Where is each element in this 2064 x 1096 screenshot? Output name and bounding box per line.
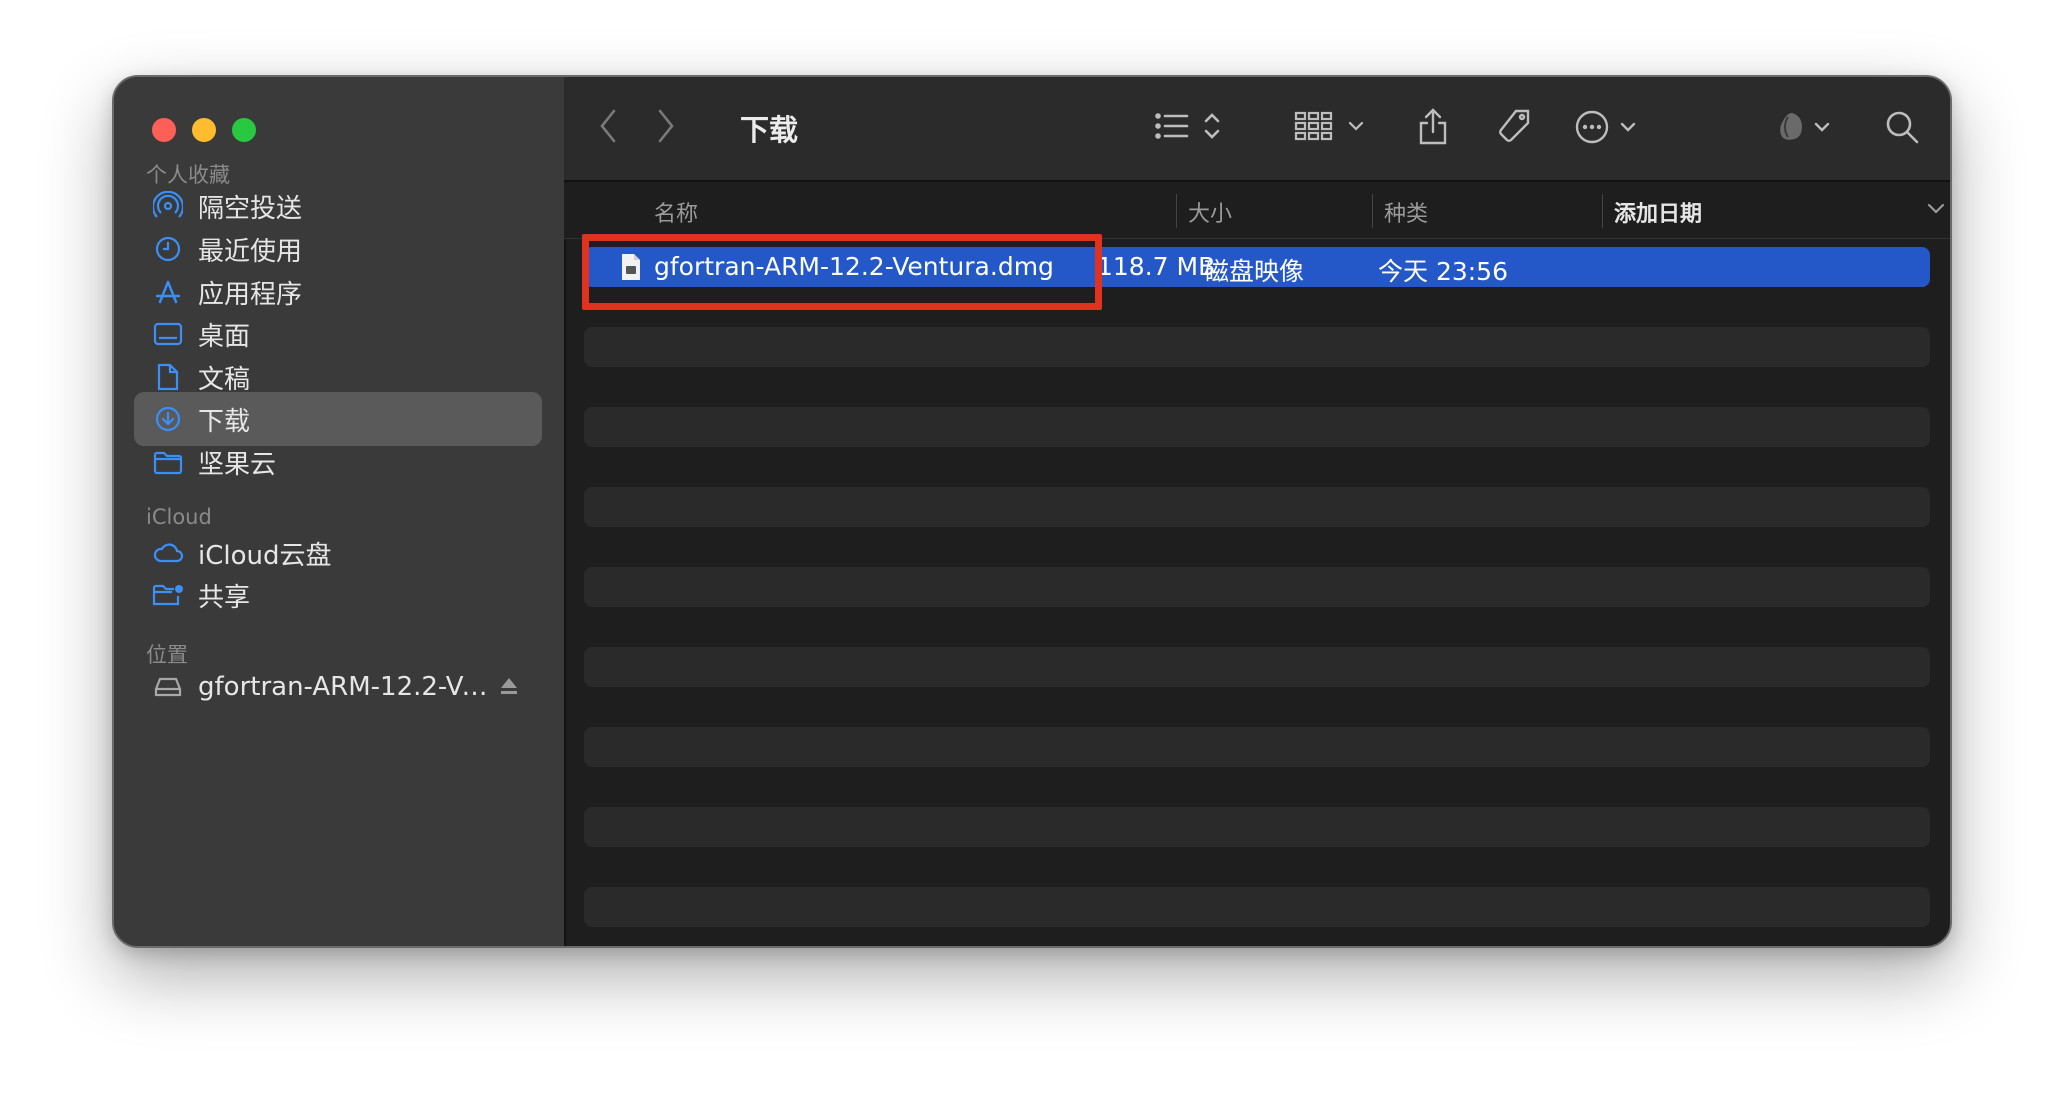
file-date-added: 今天 23:56 (1378, 257, 1508, 286)
shared-folder-icon (152, 579, 184, 611)
sidebar-item-label: iCloud云盘 (198, 540, 332, 571)
empty-row-stripe (584, 487, 1930, 527)
clock-icon (152, 233, 184, 265)
list-header: 名称 大小 种类 添加日期 (564, 182, 1950, 239)
empty-row-stripe (584, 567, 1930, 607)
empty-row-stripe (584, 327, 1930, 367)
disk-icon (152, 671, 184, 703)
sidebar: 个人收藏 隔空投送 最近使用 应用程序 桌面 文稿 下载 坚果云 iCloud … (114, 77, 566, 946)
file-kind: 磁盘映像 (1204, 257, 1305, 286)
list-view-button[interactable] (1154, 107, 1224, 145)
sidebar-item-shared[interactable]: 共享 (134, 568, 542, 622)
column-separator[interactable] (1602, 194, 1603, 228)
sidebar-item-label: 文稿 (198, 364, 251, 395)
minimize-button[interactable] (192, 118, 216, 142)
zoom-button[interactable] (232, 118, 256, 142)
tag-icon[interactable] (1494, 107, 1534, 147)
group-view-button[interactable] (1294, 107, 1372, 145)
sidebar-item-disk[interactable]: gfortran-ARM-12.2-Ve... (134, 660, 542, 714)
search-icon[interactable] (1884, 107, 1920, 147)
sidebar-item-label: 共享 (198, 582, 251, 613)
sidebar-item-label: 下载 (198, 406, 251, 437)
empty-row-stripe (584, 887, 1930, 927)
column-header-date-added[interactable]: 添加日期 (1614, 196, 1702, 228)
sidebar-item-label: 应用程序 (198, 279, 303, 310)
column-header-kind[interactable]: 种类 (1384, 196, 1428, 228)
folder-title: 下载 (740, 113, 799, 147)
sidebar-item-label: 隔空投送 (198, 193, 303, 224)
column-separator[interactable] (1176, 194, 1177, 228)
eject-icon[interactable] (498, 674, 520, 704)
column-header-name[interactable]: 名称 (654, 196, 698, 228)
sidebar-item-label: 坚果云 (198, 449, 277, 480)
empty-row-stripe (584, 407, 1930, 447)
folder-icon (152, 446, 184, 478)
sidebar-item-label: 最近使用 (198, 236, 303, 267)
empty-row-stripe (584, 727, 1930, 767)
desktop-icon (152, 318, 184, 350)
file-size: 118.7 MB (1097, 252, 1216, 281)
sidebar-item-jianguoyun[interactable]: 坚果云 (134, 435, 542, 489)
cloud-icon (152, 537, 184, 569)
column-header-size[interactable]: 大小 (1188, 196, 1232, 228)
finder-window: 个人收藏 隔空投送 最近使用 应用程序 桌面 文稿 下载 坚果云 iCloud … (112, 75, 1952, 948)
close-button[interactable] (152, 118, 176, 142)
annotation-highlight-box (582, 234, 1102, 310)
empty-row-stripe (584, 807, 1930, 847)
sidebar-item-label: 桌面 (198, 321, 251, 352)
applications-icon (152, 276, 184, 308)
extension-menu-button[interactable] (1774, 107, 1838, 147)
sort-chevron-icon[interactable] (1926, 198, 1946, 224)
toolbar: 下载 (564, 77, 1950, 182)
document-icon (152, 361, 184, 393)
back-button[interactable] (598, 107, 620, 145)
download-icon (152, 403, 184, 435)
airdrop-icon (152, 190, 184, 222)
main-content: 下载 名称 大小 种类 添加日期 gfortran-ARM-12.2-Ventu… (564, 77, 1950, 946)
more-actions-button[interactable] (1574, 107, 1644, 147)
share-icon[interactable] (1416, 107, 1450, 147)
sidebar-item-label: gfortran-ARM-12.2-Ve... (198, 672, 498, 702)
forward-button[interactable] (654, 107, 676, 145)
column-separator[interactable] (1372, 194, 1373, 228)
empty-row-stripe (584, 647, 1930, 687)
window-controls (152, 118, 256, 142)
